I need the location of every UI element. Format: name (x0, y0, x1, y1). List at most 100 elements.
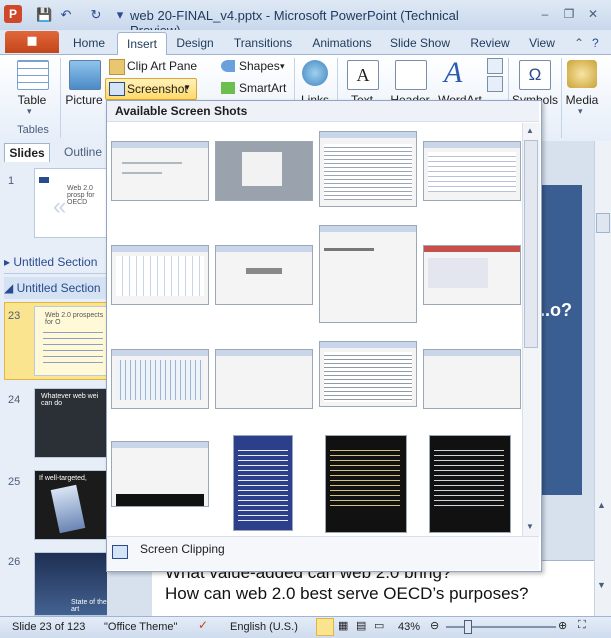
links-icon[interactable] (302, 60, 328, 86)
reading-view-icon[interactable]: ▤ (356, 619, 366, 632)
screenshot-thumbnail[interactable] (111, 441, 209, 507)
slide-thumbnail-text: State of the art (71, 599, 107, 613)
wordart-icon[interactable]: A (444, 56, 462, 90)
screenshot-thumbnail[interactable] (215, 245, 313, 305)
symbols-icon[interactable]: Ω (519, 60, 551, 90)
tab-design[interactable]: Design (170, 32, 220, 54)
screenshot-thumbnail[interactable] (423, 141, 521, 201)
slide-sorter-icon[interactable]: ▦ (338, 619, 348, 632)
picture-icon[interactable] (69, 60, 101, 90)
restore-button[interactable]: ❐ (558, 6, 580, 22)
outline-tab[interactable]: Outline (64, 143, 106, 161)
document-preview (428, 258, 488, 288)
section-toggle-icon[interactable]: ◢ (4, 281, 17, 295)
screenshot-thumbnail[interactable] (215, 349, 313, 409)
minimize-button[interactable]: – (534, 6, 556, 22)
section-header-collapsed[interactable]: ▸ Untitled Section (2 (4, 251, 106, 291)
theme-name[interactable]: "Office Theme" (104, 617, 177, 637)
tab-animations[interactable]: Animations (306, 32, 378, 54)
screenshot-thumbnail[interactable] (111, 245, 209, 305)
text-box-icon[interactable]: A (347, 60, 379, 90)
screenshot-label: Screenshot (127, 82, 188, 96)
screenshot-icon (109, 82, 125, 96)
chevron-down-icon: ▾ (280, 61, 285, 71)
undo-icon[interactable]: ↶ (58, 7, 74, 23)
zoom-slider-track[interactable] (446, 626, 556, 628)
close-button[interactable]: ✕ (582, 6, 604, 22)
table-button[interactable]: Table (12, 93, 52, 107)
slide-number-icon[interactable] (487, 76, 503, 92)
help-icon[interactable]: ? (592, 36, 599, 50)
smartart-button[interactable]: SmartArt (239, 81, 286, 95)
clip-art-pane-button[interactable]: Clip Art Pane (127, 59, 197, 73)
fit-to-window-icon[interactable]: ⛶ (578, 619, 586, 632)
slide-number: 24 (8, 394, 21, 406)
redo-icon[interactable]: ↻ (88, 7, 104, 23)
screenshot-thumbnail[interactable] (319, 341, 417, 407)
date-time-icon[interactable] (487, 58, 503, 74)
slide-thumbnail-23[interactable]: Web 2.0 prospects for O (34, 306, 108, 376)
content-line (324, 248, 374, 251)
save-icon[interactable]: 💾 (36, 7, 52, 23)
tab-view[interactable]: View (522, 32, 562, 54)
screenshot-thumbnail[interactable] (423, 349, 521, 409)
zoom-in-icon[interactable]: ⊕ (558, 619, 567, 632)
media-button[interactable]: Media (561, 93, 603, 107)
normal-view-icon[interactable] (316, 618, 334, 636)
shapes-button[interactable]: Shapes (239, 59, 280, 73)
window-bar (112, 246, 208, 252)
screenshot-thumbnail[interactable] (111, 141, 209, 201)
zoom-slider-thumb[interactable] (464, 620, 472, 634)
zoom-level[interactable]: 43% (398, 617, 420, 637)
table-icon[interactable] (17, 60, 49, 90)
slide-thumbnail-25[interactable]: If well-targeted, (34, 470, 108, 540)
media-icon[interactable] (567, 60, 597, 88)
screen-clipping-icon[interactable] (112, 545, 128, 559)
scroll-up-icon[interactable]: ▲ (526, 126, 534, 135)
tab-slide-show[interactable]: Slide Show (386, 32, 454, 54)
screenshot-thumbnail[interactable] (233, 435, 293, 531)
next-slide-icon[interactable]: ▼ (597, 580, 606, 590)
section-toggle-icon[interactable]: ▸ (4, 255, 13, 269)
screenshot-thumbnail[interactable] (429, 435, 511, 533)
gallery-scroll-thumb[interactable] (524, 140, 538, 348)
shapes-icon (221, 60, 235, 72)
ribbon-minimize-icon[interactable]: ⌃ (574, 36, 584, 50)
picture-button[interactable]: Picture (62, 93, 106, 107)
slide-thumbnail-text: Web 2.0 prospects for O (45, 312, 104, 326)
slide-thumbnail-1[interactable]: Web 2.0 prosp for OECD « (34, 168, 108, 238)
section-header-expanded[interactable]: ◢ Untitled Section (4, 277, 106, 299)
slides-tab[interactable]: Slides (4, 143, 50, 162)
screenshot-thumbnail[interactable] (319, 225, 417, 323)
slide-number: 23 (8, 310, 21, 322)
spelling-icon[interactable]: ✓ (198, 618, 208, 632)
document-preview (116, 256, 204, 296)
powerpoint-app-icon[interactable]: P (4, 5, 22, 23)
previous-slide-icon[interactable]: ▲ (597, 500, 606, 510)
customize-qat-icon[interactable]: ▾ (112, 7, 128, 23)
tables-group-label: Tables (17, 124, 49, 136)
screenshot-thumbnail[interactable] (215, 141, 313, 201)
file-tab[interactable]: ⯀ (5, 31, 59, 53)
screenshot-thumbnail[interactable] (319, 131, 417, 207)
window-bar (112, 442, 208, 448)
zoom-out-icon[interactable]: ⊖ (430, 619, 439, 632)
tab-insert[interactable]: Insert (117, 32, 167, 55)
slide-thumbnail-26[interactable]: State of the art (34, 552, 108, 616)
language-indicator[interactable]: English (U.S.) (230, 617, 298, 637)
screenshot-thumbnail[interactable] (423, 245, 521, 305)
header-footer-icon[interactable] (395, 60, 427, 90)
slide-show-icon[interactable]: ▭ (374, 619, 384, 632)
screenshot-thumbnail[interactable] (111, 349, 209, 409)
tab-transitions[interactable]: Transitions (228, 32, 298, 54)
screenshot-thumbnail[interactable] (325, 435, 407, 533)
scrollbar-thumb[interactable] (596, 213, 610, 233)
scroll-down-icon[interactable]: ▼ (526, 522, 534, 531)
screen-clipping-button[interactable]: Screen Clipping (140, 542, 225, 556)
tab-review[interactable]: Review (466, 32, 514, 54)
current-slide[interactable] (540, 185, 582, 495)
slide-thumbnail-24[interactable]: Whatever web wei can do (34, 388, 108, 458)
document-preview (428, 152, 516, 192)
slide-number: 26 (8, 556, 21, 568)
tab-home[interactable]: Home (66, 32, 112, 54)
